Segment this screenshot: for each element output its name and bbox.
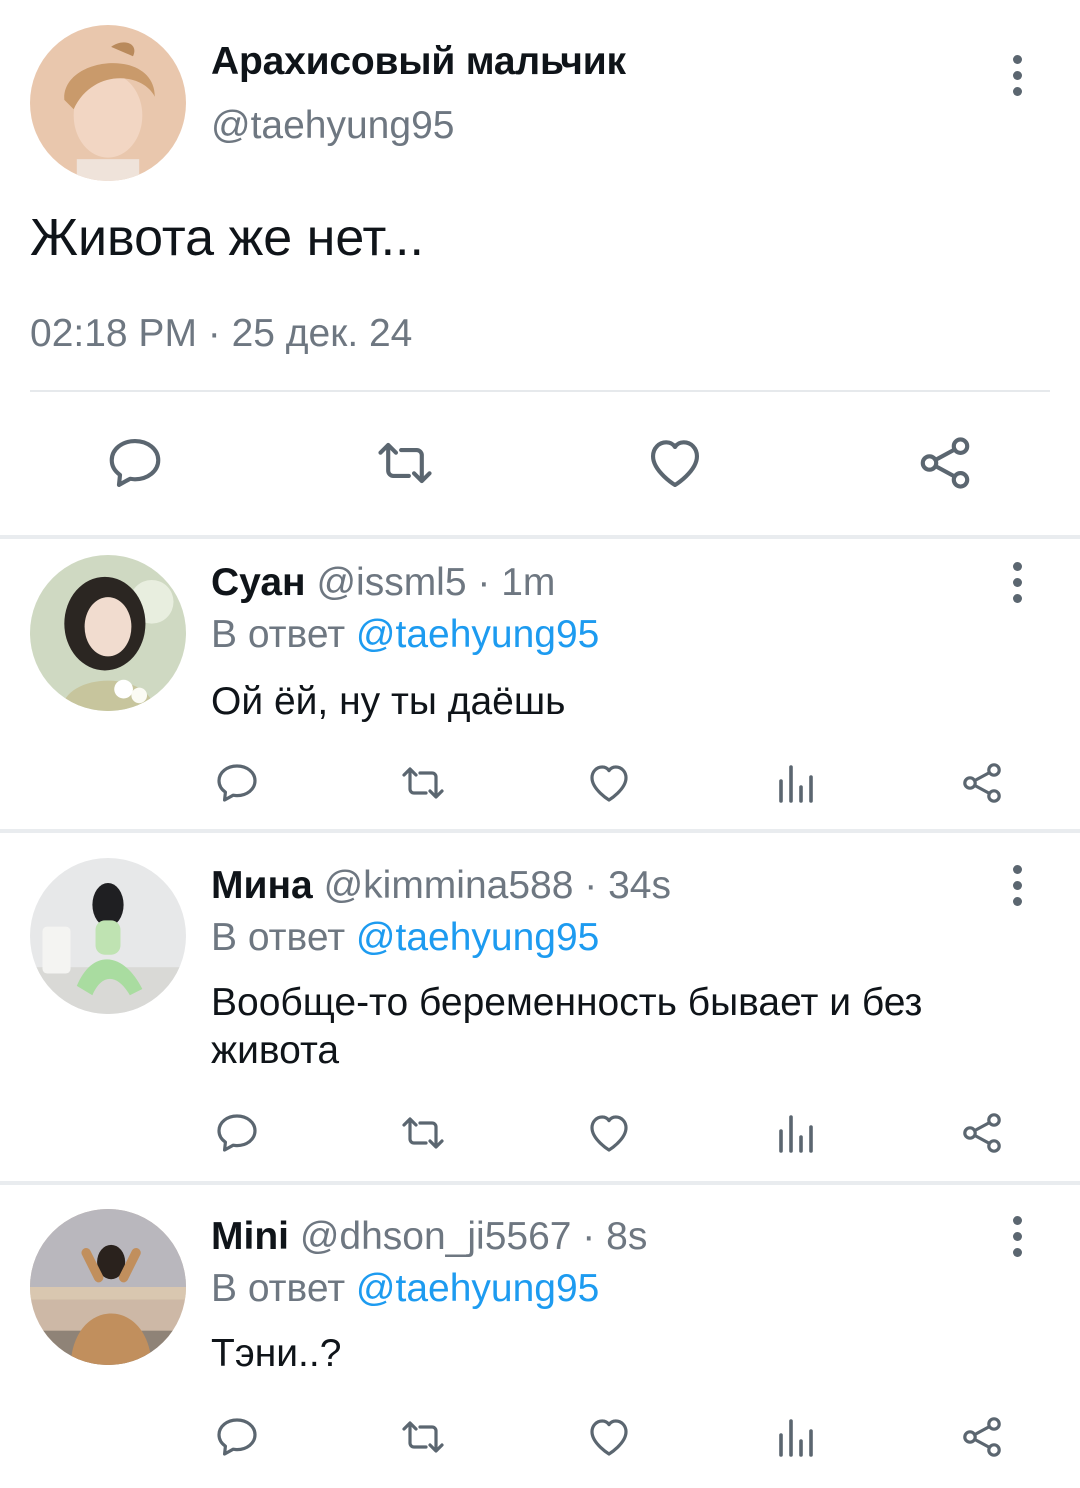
like-icon[interactable] bbox=[585, 759, 633, 807]
avatar[interactable] bbox=[30, 858, 186, 1014]
reply-tweet[interactable]: Mini @dhson_ji5567 · 8s В ответ @taehyun… bbox=[0, 1185, 1080, 1488]
avatar-image bbox=[30, 858, 186, 1014]
mention-link[interactable]: @taehyung95 bbox=[356, 613, 599, 656]
reply-icon[interactable] bbox=[213, 759, 261, 807]
like-icon[interactable] bbox=[585, 1109, 633, 1157]
in-reply-to: В ответ @taehyung95 bbox=[211, 1267, 599, 1311]
tweet-text: Живота же нет... bbox=[30, 209, 424, 267]
mention-link[interactable]: @taehyung95 bbox=[356, 1267, 599, 1310]
tweet-timestamp: 02:18 PM · 25 дек. 24 bbox=[30, 312, 413, 355]
reply-time: · 34s bbox=[573, 864, 671, 907]
reply-header: Суан @issml5 · 1m bbox=[211, 561, 555, 605]
retweet-icon[interactable] bbox=[374, 432, 436, 494]
in-reply-to: В ответ @taehyung95 bbox=[211, 916, 599, 960]
like-icon[interactable] bbox=[585, 1413, 633, 1461]
in-reply-prefix: В ответ bbox=[211, 613, 356, 656]
author-name[interactable]: Арахисовый мальчик bbox=[211, 40, 626, 84]
share-icon[interactable] bbox=[914, 432, 976, 494]
reply-tweet[interactable]: Мина @kimmina588 · 34s В ответ @taehyung… bbox=[0, 833, 1080, 1181]
author-handle[interactable]: @dhson_ji5567 bbox=[300, 1215, 572, 1258]
author-name[interactable]: Мина bbox=[211, 864, 313, 907]
reply-time: · 8s bbox=[571, 1215, 648, 1258]
avatar[interactable] bbox=[30, 555, 186, 711]
reply-text: Ой ёй, ну ты даёшь bbox=[211, 680, 566, 723]
divider bbox=[30, 390, 1050, 392]
reply-icon[interactable] bbox=[104, 432, 166, 494]
share-icon[interactable] bbox=[958, 759, 1006, 807]
author-handle[interactable]: @kimmina588 bbox=[324, 864, 574, 907]
more-options-icon[interactable] bbox=[997, 1206, 1037, 1266]
in-reply-to: В ответ @taehyung95 bbox=[211, 613, 599, 657]
retweet-icon[interactable] bbox=[399, 759, 447, 807]
author-name[interactable]: Суан bbox=[211, 561, 306, 604]
views-icon[interactable] bbox=[772, 759, 820, 807]
avatar-image bbox=[30, 1209, 186, 1365]
like-icon[interactable] bbox=[644, 432, 706, 494]
mention-link[interactable]: @taehyung95 bbox=[356, 916, 599, 959]
author-handle[interactable]: @taehyung95 bbox=[211, 104, 454, 148]
reply-header: Мина @kimmina588 · 34s bbox=[211, 864, 671, 908]
views-icon[interactable] bbox=[772, 1109, 820, 1157]
more-options-icon[interactable] bbox=[997, 552, 1037, 612]
reply-time: · 1m bbox=[466, 561, 556, 604]
reply-text: Тэни..? bbox=[211, 1332, 342, 1375]
in-reply-prefix: В ответ bbox=[211, 916, 356, 959]
author-handle[interactable]: @issml5 bbox=[316, 561, 466, 604]
retweet-icon[interactable] bbox=[399, 1109, 447, 1157]
reply-icon[interactable] bbox=[213, 1413, 261, 1461]
reply-tweet[interactable]: Суан @issml5 · 1m В ответ @taehyung95 Ой… bbox=[0, 539, 1080, 829]
more-options-icon[interactable] bbox=[997, 855, 1037, 915]
main-tweet: Арахисовый мальчик @taehyung95 Живота же… bbox=[0, 0, 1080, 535]
views-icon[interactable] bbox=[772, 1413, 820, 1461]
in-reply-prefix: В ответ bbox=[211, 1267, 356, 1310]
avatar[interactable] bbox=[30, 25, 186, 181]
reply-header: Mini @dhson_ji5567 · 8s bbox=[211, 1215, 647, 1259]
reply-text: Вообще-то беременность бывает и без живо… bbox=[211, 981, 923, 1072]
share-icon[interactable] bbox=[958, 1413, 1006, 1461]
avatar-image bbox=[30, 25, 186, 181]
avatar[interactable] bbox=[30, 1209, 186, 1365]
author-name[interactable]: Mini bbox=[211, 1215, 289, 1258]
share-icon[interactable] bbox=[958, 1109, 1006, 1157]
retweet-icon[interactable] bbox=[399, 1413, 447, 1461]
avatar-image bbox=[30, 555, 186, 711]
more-options-icon[interactable] bbox=[997, 45, 1037, 105]
reply-icon[interactable] bbox=[213, 1109, 261, 1157]
